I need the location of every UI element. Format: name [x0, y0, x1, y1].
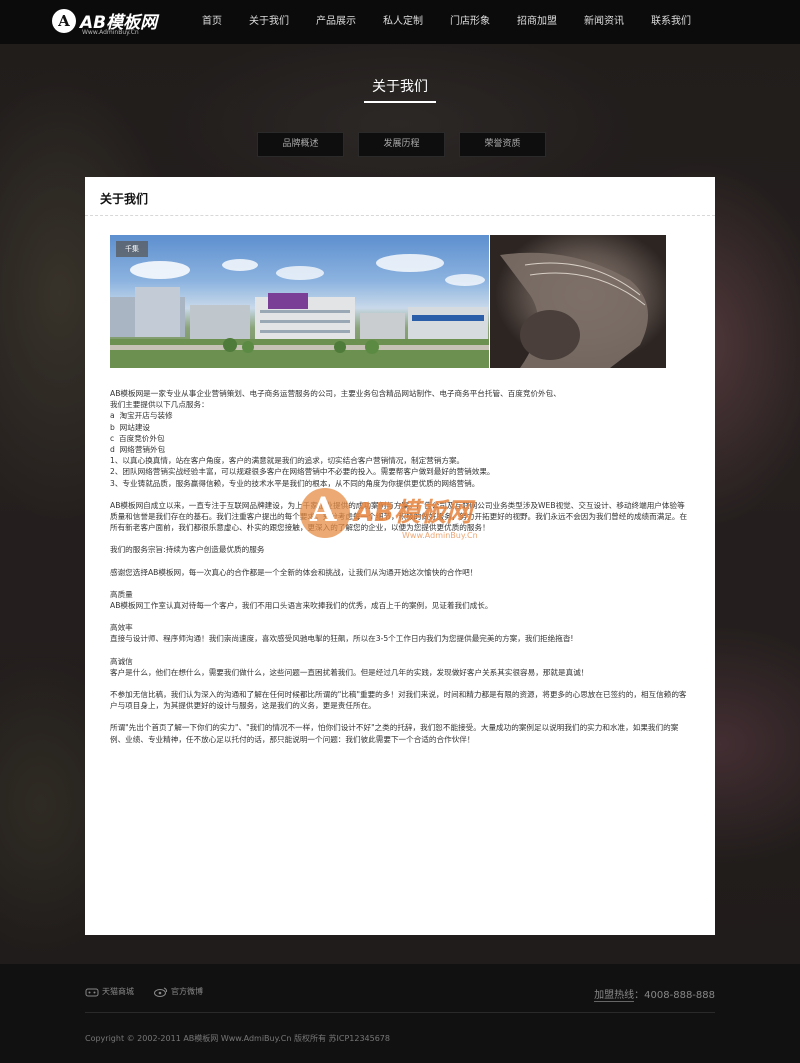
paragraph: b 网站建设	[110, 422, 151, 432]
site-footer: 天猫商城 官方微博 加盟热线：4008-888-888 Copyright © …	[0, 964, 800, 1063]
paragraph: 感谢您选择AB模板网，每一次真心的合作都是一个全新的体会和挑战，让我们从沟通开始…	[110, 567, 478, 577]
logo-a-icon: A	[52, 9, 76, 33]
photo-tag: 千集	[116, 241, 148, 257]
weibo-icon	[154, 987, 168, 997]
hotline: 加盟热线：4008-888-888	[594, 986, 715, 1002]
nav-news[interactable]: 新闻资讯	[576, 0, 632, 44]
footer-divider	[85, 1012, 715, 1013]
paragraph: c 百度竞价外包	[110, 433, 165, 443]
nav-home[interactable]: 首页	[194, 0, 230, 44]
title-underline	[364, 101, 436, 103]
paragraph: d 网络营销外包	[110, 445, 166, 455]
nav-contact[interactable]: 联系我们	[643, 0, 699, 44]
paragraph: 高诚信	[110, 656, 133, 666]
paragraph: AB模板网是一家专业从事企业营销策划、电子商务运营服务的公司，主要业务包含精品网…	[110, 389, 561, 398]
top-header: A AB模板网 Www.AdminBuy.Cn 首页 关于我们 产品展示 私人定…	[0, 0, 800, 44]
nav-stores[interactable]: 门店形象	[442, 0, 498, 44]
page-title: 关于我们	[372, 79, 428, 95]
panel-heading: 关于我们	[100, 192, 149, 206]
hotline-number: ：4008-888-888	[634, 990, 715, 1001]
nav-about[interactable]: 关于我们	[241, 0, 297, 44]
paragraph: AB模板网工作室认真对待每一个客户，我们不用口头语言来吹捧我们的优秀，成百上千的…	[110, 601, 493, 611]
footer-links: 天猫商城 官方微博	[85, 986, 203, 997]
nav-franchise[interactable]: 招商加盟	[509, 0, 565, 44]
paragraph: 我们主要提供以下几点服务：	[110, 400, 209, 410]
building-illustration	[110, 254, 489, 368]
tmall-icon	[85, 987, 99, 997]
tab-history[interactable]: 发展历程	[358, 132, 445, 157]
weibo-link[interactable]: 官方微博	[154, 986, 203, 997]
nav-products[interactable]: 产品展示	[308, 0, 364, 44]
tab-brand-overview[interactable]: 品牌概述	[257, 132, 344, 157]
paragraph: 1、以真心换真情，站在客户角度，客户的满意就是我们的追求，切实结合客户营销情况，…	[110, 456, 465, 466]
tmall-link[interactable]: 天猫商城	[85, 986, 134, 997]
paragraph: 我们的服务宗旨:持续为客户创造最优质的服务	[110, 545, 265, 555]
paragraph: 所谓"先出个首页了解一下你们的实力"、"我们的情况不一样，怕你们设计不好"之类的…	[110, 723, 679, 744]
about-article: AB模板网是一家专业从事企业营销策划、电子商务运营服务的公司，主要业务包含精品网…	[110, 388, 690, 745]
sewing-machine-photo	[490, 235, 666, 368]
company-building-photo: 千集	[110, 235, 489, 368]
paragraph: 高效率	[110, 623, 133, 633]
tab-honors[interactable]: 荣誉资质	[459, 132, 546, 157]
paragraph: 不参加无信比稿，我们认为深入的沟通和了解在任何时候都比所谓的"比稿"重要的多！对…	[110, 690, 687, 711]
hotline-label: 加盟热线	[594, 990, 635, 1002]
paragraph: 2、团队网络营销实战经验丰富，可以规避很多客户在网络营销中不必要的投入。需要帮客…	[110, 467, 495, 477]
main-nav: 首页 关于我们 产品展示 私人定制 门店形象 招商加盟 新闻资讯 联系我们	[194, 0, 710, 44]
copyright: Copyright © 2002-2011 AB模板网 Www.AdmiBuy.…	[85, 1034, 390, 1043]
panel-divider	[85, 215, 715, 216]
paragraph: 客户是什么，他们在想什么，需要我们做什么，这些问题一直困扰着我们。但是经过几年的…	[110, 667, 589, 677]
content-panel: 关于我们 千集 AB模板网是一家专业从事企业营销策划、电子商务运营服务的公司，主…	[85, 177, 715, 935]
sub-tabs: 品牌概述 发展历程 荣誉资质	[257, 132, 546, 157]
paragraph: AB模板网自成立以来，一直专注于互联网品牌建设，为上千家企业提供的成功案例与方案…	[110, 500, 688, 533]
site-logo[interactable]: A AB模板网 Www.AdminBuy.Cn	[52, 8, 162, 38]
nav-custom[interactable]: 私人定制	[375, 0, 431, 44]
paragraph: 直接与设计师、程序师沟通！我们崇尚速度，喜欢感受风驰电掣的狂飙，所以在3-5个工…	[110, 634, 574, 644]
paragraph: a 淘宝开店与装修	[110, 411, 173, 421]
paragraph: 高质量	[110, 589, 133, 599]
paragraph: 3、专业铸就品质，服务赢得信赖，专业的技术水平是我们的根本，从不同的角度为你提供…	[110, 478, 480, 488]
logo-subtext: Www.AdminBuy.Cn	[82, 29, 139, 36]
sewing-illustration	[500, 252, 648, 368]
